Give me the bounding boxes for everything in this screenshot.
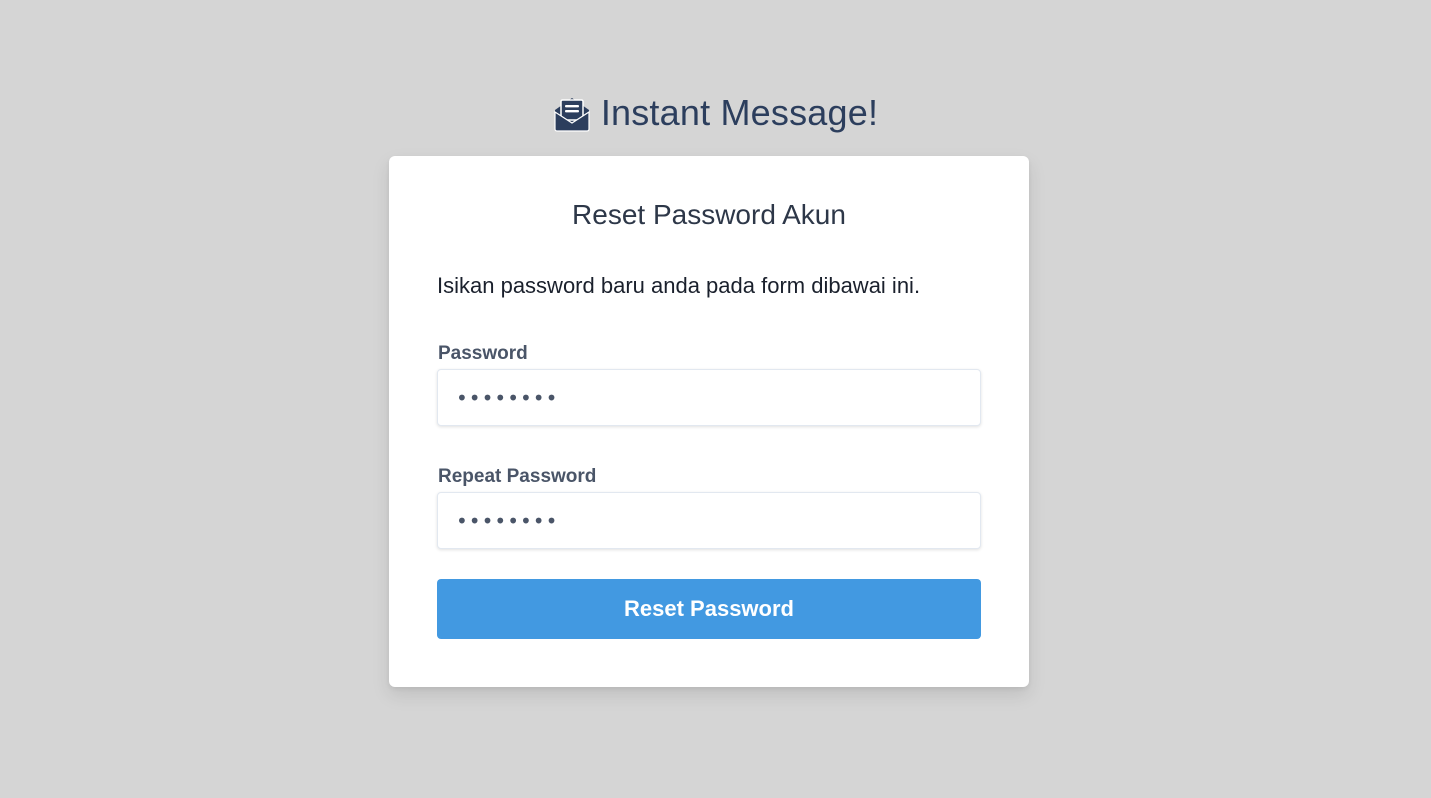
envelope-open-text-icon	[554, 98, 590, 132]
card-title: Reset Password Akun	[572, 199, 846, 230]
app-title: Instant Message!	[600, 92, 879, 133]
card-description: Isikan password baru anda pada form diba…	[437, 273, 921, 298]
page: Instant Message! Reset Password Akun Isi…	[0, 0, 1431, 798]
brand-header: Instant Message!	[0, 92, 1431, 134]
reset-password-button[interactable]: Reset Password	[437, 579, 981, 639]
password-input[interactable]	[437, 369, 981, 426]
repeat-password-label: Repeat Password	[438, 466, 597, 487]
password-label: Password	[438, 343, 528, 364]
reset-password-card: Reset Password Akun Isikan password baru…	[389, 156, 1029, 687]
repeat-password-input[interactable]	[437, 492, 981, 549]
